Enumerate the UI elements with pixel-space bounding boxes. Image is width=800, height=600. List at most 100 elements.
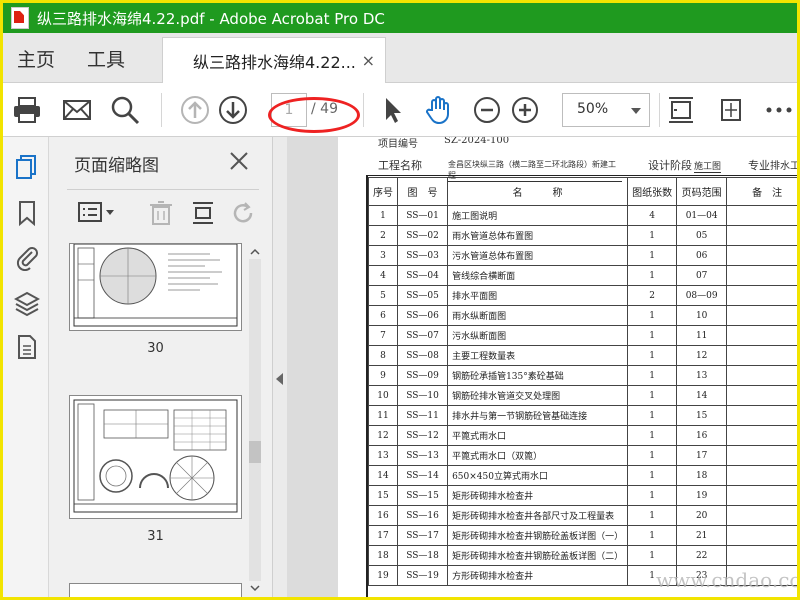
- cell-no: SS—10: [396, 385, 449, 406]
- document-icon[interactable]: [14, 333, 40, 361]
- toolbar-separator: [161, 93, 162, 127]
- cell-note: [726, 445, 797, 466]
- scrollbar-track[interactable]: [249, 259, 261, 581]
- cell-seq: 10: [368, 385, 398, 406]
- cell-seq: 13: [368, 445, 398, 466]
- thumbnail-options-icon[interactable]: [77, 199, 117, 227]
- cell-name: 平篦式雨水口: [447, 425, 629, 446]
- cell-name: 矩形砖砌排水检查井钢筋砼盖板详图（二）: [447, 545, 629, 566]
- cell-seq: 19: [368, 565, 398, 586]
- cell-name: 施工图说明: [447, 205, 629, 226]
- cell-range: 13: [676, 365, 728, 386]
- cell-note: [726, 285, 797, 306]
- zoom-in-icon[interactable]: [509, 94, 541, 126]
- bookmark-icon[interactable]: [14, 199, 40, 227]
- document-view[interactable]: 项目编号 SZ-2024-100 工程名称 金昌区块纵三路（横二路至二环北路段）…: [287, 137, 797, 597]
- major-label: 专业: [748, 159, 770, 172]
- close-icon[interactable]: [229, 151, 249, 171]
- zoom-level-select[interactable]: 50%: [562, 93, 650, 127]
- cell-note: [726, 545, 797, 566]
- collapse-panel-handle[interactable]: [273, 137, 287, 597]
- cell-note: [726, 245, 797, 266]
- cell-name: 平篦式雨水口（双篦）: [447, 445, 629, 466]
- cell-range: 20: [676, 505, 728, 526]
- cell-seq: 5: [368, 285, 398, 306]
- cell-name: 雨水纵断面图: [447, 305, 629, 326]
- design-stage: 施工图: [694, 159, 722, 173]
- full-screen-icon[interactable]: [715, 94, 747, 126]
- page-thumbnail[interactable]: [69, 583, 242, 597]
- fit-page-icon[interactable]: [665, 94, 697, 126]
- tab-home[interactable]: 主页: [17, 45, 55, 72]
- cell-name: 主要工程数量表: [447, 345, 629, 366]
- cell-seq: 12: [368, 425, 398, 446]
- cell-count: 1: [627, 345, 678, 366]
- previous-page-icon[interactable]: [179, 94, 211, 126]
- cell-name: 排水平面图: [447, 285, 629, 306]
- tab-tools[interactable]: 工具: [87, 45, 125, 72]
- cell-count: 1: [627, 225, 678, 246]
- thumbnail-drawing: [73, 243, 238, 327]
- thumbnail-list[interactable]: 30 31: [49, 243, 273, 597]
- tab-document[interactable]: 纵三路排水海绵4.22... ×: [162, 37, 386, 83]
- chevron-down-icon: [631, 108, 641, 114]
- rotate-page-icon[interactable]: [229, 199, 257, 227]
- cell-count: 1: [627, 245, 678, 266]
- header-no: 图 号: [396, 177, 449, 206]
- header-range: 页码范围: [676, 177, 728, 206]
- next-page-icon[interactable]: [217, 94, 249, 126]
- cell-range: 17: [676, 445, 728, 466]
- cell-name: 排水井与第一节钢筋砼管基础连接: [447, 405, 629, 426]
- insert-page-icon[interactable]: [189, 199, 217, 227]
- cell-note: [726, 505, 797, 526]
- table-row: 17 SS—17 矩形砖砌排水检查井钢筋砼盖板详图（一） 1 21: [368, 525, 797, 546]
- chevron-up-icon[interactable]: [250, 247, 260, 257]
- cell-note: [726, 325, 797, 346]
- attachment-icon[interactable]: [14, 243, 40, 271]
- cell-seq: 8: [368, 345, 398, 366]
- cell-no: SS—06: [396, 305, 449, 326]
- email-icon[interactable]: [61, 94, 93, 126]
- header-name: 名 称: [447, 177, 629, 206]
- cell-count: 1: [627, 405, 678, 426]
- cell-no: SS—14: [396, 465, 449, 486]
- cell-note: [726, 425, 797, 446]
- cell-count: 1: [627, 325, 678, 346]
- table-row: 12 SS—12 平篦式雨水口 1 16: [368, 425, 797, 446]
- table-row: 4 SS—04 管线综合横断面 1 07: [368, 265, 797, 286]
- cell-name: 污水纵断面图: [447, 325, 629, 346]
- hand-tool-icon[interactable]: [423, 94, 455, 126]
- cell-seq: 14: [368, 465, 398, 486]
- red-annotation-circle: [268, 97, 360, 133]
- close-tab-button[interactable]: ×: [362, 51, 375, 70]
- table-row: 13 SS—13 平篦式雨水口（双篦） 1 17: [368, 445, 797, 466]
- table-row: 15 SS—15 矩形砖砌排水检查井 1 19: [368, 485, 797, 506]
- cell-range: 19: [676, 485, 728, 506]
- cell-count: 1: [627, 265, 678, 286]
- cell-seq: 7: [368, 325, 398, 346]
- table-row: 6 SS—06 雨水纵断面图 1 10: [368, 305, 797, 326]
- chevron-down-icon[interactable]: [250, 583, 260, 593]
- search-icon[interactable]: [109, 94, 141, 126]
- select-cursor-icon[interactable]: [377, 94, 409, 126]
- cell-seq: 3: [368, 245, 398, 266]
- more-options-icon[interactable]: [763, 94, 795, 126]
- drawing-list-table: 序号 图 号 名 称 图纸张数 页码范围 备 注 1 SS—01 施工图说明 4 01—…: [368, 177, 797, 586]
- cell-range: 06: [676, 245, 728, 266]
- page-thumbnail[interactable]: [69, 395, 242, 519]
- zoom-out-icon[interactable]: [471, 94, 503, 126]
- layers-icon[interactable]: [14, 289, 40, 317]
- scrollbar-thumb[interactable]: [249, 441, 261, 463]
- cell-no: SS—02: [396, 225, 449, 246]
- cell-seq: 6: [368, 305, 398, 326]
- page-thumbnails-icon[interactable]: [14, 153, 40, 181]
- print-icon[interactable]: [11, 94, 43, 126]
- cell-seq: 18: [368, 545, 398, 566]
- watermark: www.cndao.com: [656, 568, 800, 592]
- thumbnail-scrollbar[interactable]: [245, 243, 265, 597]
- cell-no: SS—09: [396, 365, 449, 386]
- page-thumbnail[interactable]: [69, 243, 242, 331]
- panel-divider: [67, 189, 259, 190]
- delete-page-icon[interactable]: [147, 199, 175, 227]
- cell-count: 1: [627, 465, 678, 486]
